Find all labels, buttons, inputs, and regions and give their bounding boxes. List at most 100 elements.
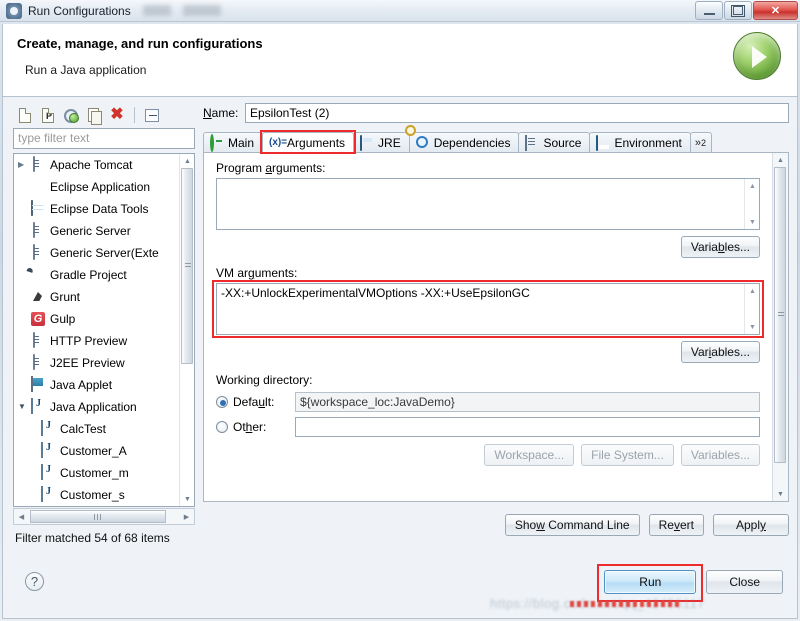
- tab-bar: Main (x)= Arguments JRE Dependencies Sou…: [203, 130, 789, 154]
- tree-item-eclipse-application[interactable]: Eclipse Application: [14, 176, 180, 198]
- tree-item-generic-server[interactable]: Generic Server: [14, 220, 180, 242]
- tab-label: Main: [228, 136, 255, 150]
- scroll-down-icon[interactable]: ▼: [745, 320, 760, 334]
- chevron-down-icon[interactable]: ▼: [18, 403, 30, 411]
- apply-button[interactable]: Apply: [712, 514, 789, 536]
- java-application-icon: [40, 486, 56, 503]
- tab-label: JRE: [378, 136, 401, 150]
- scroll-left-icon[interactable]: ◀: [14, 509, 29, 524]
- server-icon: [30, 354, 46, 371]
- working-dir-variables-button[interactable]: Variables...: [680, 444, 760, 466]
- tree-vertical-scrollbar[interactable]: ▲ ▼: [179, 154, 194, 506]
- tree-item-db[interactable]: DB: [14, 506, 180, 507]
- panel-vertical-scrollbar[interactable]: ▲ ▼: [772, 153, 788, 501]
- tab-label: Dependencies: [433, 136, 511, 150]
- dialog-body: P ✦ ✖ type filter text ▶ Apache Tomcat E…: [2, 97, 798, 558]
- dependencies-tab-icon: [416, 136, 430, 150]
- program-args-actions: Variables...: [216, 236, 760, 258]
- page-subtitle: Run a Java application: [25, 63, 147, 77]
- hscrollbar-thumb[interactable]: [30, 510, 166, 523]
- tab-source[interactable]: Source: [518, 132, 591, 153]
- duplicate-icon[interactable]: [84, 105, 104, 125]
- tab-main[interactable]: Main: [203, 132, 264, 153]
- tree-item-gradle-project[interactable]: Gradle Project: [14, 264, 180, 286]
- new-document-icon[interactable]: [15, 105, 35, 125]
- run-button[interactable]: Run: [604, 570, 697, 594]
- tree-item-generic-server-external[interactable]: Generic Server(Exte: [14, 242, 180, 264]
- program-arguments-textarea[interactable]: ▲ ▼: [216, 178, 760, 230]
- working-directory-label: Working directory:: [216, 373, 313, 387]
- scroll-up-icon[interactable]: ▲: [745, 284, 760, 298]
- arguments-tab-icon: (x)=: [269, 137, 288, 148]
- program-args-scrollbar[interactable]: ▲ ▼: [744, 179, 759, 229]
- tree-item-java-application[interactable]: ▼ Java Application: [14, 396, 180, 418]
- scrollbar-track[interactable]: [180, 168, 194, 492]
- tab-dependencies[interactable]: Dependencies: [408, 132, 520, 153]
- vm-arguments-textarea[interactable]: -XX:+UnlockExperimentalVMOptions -XX:+Us…: [216, 283, 760, 335]
- tree-item-label: Customer_A: [60, 444, 127, 458]
- minimize-button[interactable]: [695, 1, 723, 20]
- filter-input[interactable]: type filter text: [13, 128, 195, 149]
- maximize-button[interactable]: [724, 1, 752, 20]
- tree-item-customer-s[interactable]: Customer_s: [14, 484, 180, 506]
- chevron-right-icon[interactable]: ▶: [18, 161, 30, 169]
- tree-item-eclipse-data-tools[interactable]: Eclipse Data Tools: [14, 198, 180, 220]
- tree-item-customer-m[interactable]: Customer_m: [14, 462, 180, 484]
- vm-args-variables-button[interactable]: Variables...: [680, 341, 760, 363]
- tree-item-label: Eclipse Data Tools: [50, 202, 149, 216]
- scroll-down-icon[interactable]: ▼: [773, 487, 788, 501]
- config-name-input[interactable]: EpsilonTest (2): [245, 103, 789, 123]
- tree-item-label: Apache Tomcat: [50, 158, 133, 172]
- tree-horizontal-scrollbar[interactable]: ◀ ▶: [13, 508, 195, 525]
- tree-item-gulp[interactable]: G Gulp: [14, 308, 180, 330]
- question-mark-icon[interactable]: ?: [25, 572, 44, 591]
- filter-icon[interactable]: [61, 105, 81, 125]
- grunt-icon: [30, 289, 46, 305]
- revert-button[interactable]: Revert: [648, 514, 704, 536]
- window-title: Run Configurations: [28, 3, 131, 18]
- tree-item-java-applet[interactable]: Java Applet: [14, 374, 180, 396]
- tab-jre[interactable]: JRE: [353, 132, 410, 153]
- other-directory-input[interactable]: [295, 417, 760, 437]
- collapse-all-icon[interactable]: [142, 105, 162, 125]
- scrollbar-thumb[interactable]: [181, 168, 193, 364]
- tree-item-http-preview[interactable]: HTTP Preview: [14, 330, 180, 352]
- tree-item-grunt[interactable]: Grunt: [14, 286, 180, 308]
- program-args-variables-button[interactable]: Variables...: [680, 236, 760, 258]
- file-system-button[interactable]: File System...: [581, 444, 674, 466]
- delete-x-icon[interactable]: ✖: [107, 105, 127, 125]
- close-dialog-button[interactable]: Close: [706, 570, 783, 594]
- tab-environment[interactable]: Environment: [589, 132, 691, 153]
- tree-item-calctest[interactable]: CalcTest: [14, 418, 180, 440]
- tab-overflow-button[interactable]: » 2: [689, 132, 712, 153]
- show-command-line-button[interactable]: Show Command Line: [504, 514, 640, 536]
- eclipse-run-icon: [6, 2, 22, 19]
- scroll-right-icon[interactable]: ▶: [179, 509, 194, 524]
- java-application-icon: [30, 398, 46, 415]
- scroll-down-icon[interactable]: ▼: [745, 215, 760, 229]
- scroll-up-icon[interactable]: ▲: [745, 179, 760, 193]
- program-arguments-label: Program arguments:: [216, 161, 326, 175]
- tree-item-apache-tomcat[interactable]: ▶ Apache Tomcat: [14, 154, 180, 176]
- scroll-up-icon[interactable]: ▲: [773, 153, 788, 167]
- vm-args-scrollbar[interactable]: ▲ ▼: [744, 284, 759, 334]
- workspace-button[interactable]: Workspace...: [484, 444, 575, 466]
- scroll-down-icon[interactable]: ▼: [180, 492, 194, 506]
- configurations-tree[interactable]: ▶ Apache Tomcat Eclipse Application Ecli…: [13, 153, 195, 507]
- scrollbar-track[interactable]: [773, 167, 788, 487]
- tree-item-label: Gradle Project: [50, 268, 127, 282]
- scroll-up-icon[interactable]: ▲: [180, 154, 194, 168]
- other-radio[interactable]: [216, 421, 228, 433]
- tree-item-label: Grunt: [50, 290, 81, 304]
- close-button[interactable]: ✕: [753, 1, 798, 20]
- window-titlebar: Run Configurations ✕: [0, 0, 800, 22]
- tree-item-j2ee-preview[interactable]: J2EE Preview: [14, 352, 180, 374]
- tab-arguments[interactable]: (x)= Arguments: [260, 130, 357, 154]
- tree-item-customer-a[interactable]: Customer_A: [14, 440, 180, 462]
- eclipse-icon: [30, 179, 46, 195]
- default-radio[interactable]: [216, 396, 228, 408]
- window-controls: ✕: [694, 1, 798, 20]
- new-prototype-icon[interactable]: P ✦: [38, 105, 58, 125]
- source-tab-icon: [525, 135, 539, 151]
- scrollbar-thumb[interactable]: [774, 167, 786, 463]
